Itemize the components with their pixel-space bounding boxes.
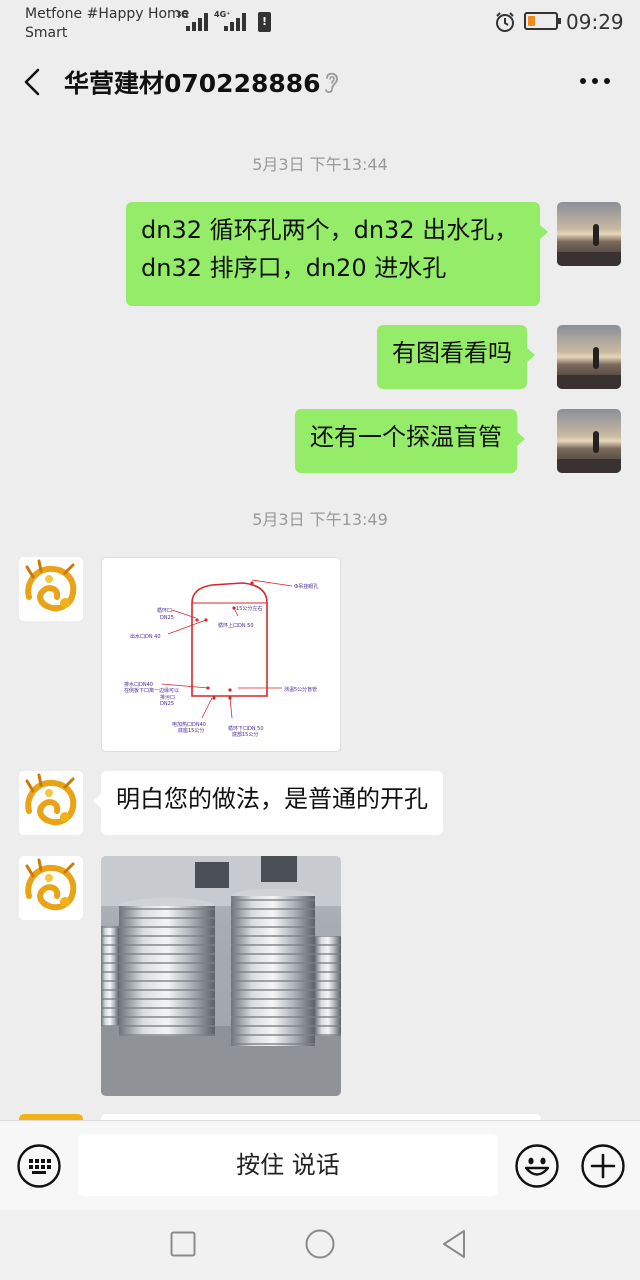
status-bar: Metfone #Happy Home Smart 3G 4G⁺ ! 09:29 — [0, 0, 640, 50]
carrier-line2: Smart — [25, 25, 68, 41]
message-text: 有图看看吗 — [392, 339, 512, 367]
alarm-icon — [496, 12, 514, 32]
my-avatar[interactable] — [557, 202, 621, 266]
diagram-label: DN25 — [160, 701, 174, 707]
diagram-label: 电加热口DN40 — [172, 721, 206, 728]
diagram-label: 出水口DN 40 — [130, 633, 161, 640]
home-icon[interactable] — [304, 1228, 336, 1260]
diagram-label: 在侧板下口离一边缘可以 — [124, 687, 179, 694]
message-text: 明白您的做法，是普通的开孔 — [116, 785, 428, 813]
message-bubble-me[interactable]: dn32 循环孔两个，dn32 出水孔， dn32 排序口，dn20 进水孔 — [126, 202, 548, 306]
message-text-line2: dn32 排序口，dn20 进水孔 — [141, 254, 447, 282]
nav-back-icon[interactable] — [440, 1228, 470, 1260]
plus-icon[interactable] — [580, 1143, 626, 1189]
input-bar: 按住 说话 — [0, 1120, 640, 1210]
diagram-label: 测温5公分盲管 — [284, 686, 317, 693]
message-text-line1: dn32 循环孔两个，dn32 出水孔， — [141, 216, 519, 244]
tank-diagram-image[interactable]: Ф吊挂眼孔 15公分左右 循环口 DN25 循环上口DN 50 出水口DN 40… — [101, 557, 341, 752]
battery-icon — [524, 12, 561, 30]
system-nav-bar — [0, 1210, 640, 1280]
hold-to-talk-button[interactable]: 按住 说话 — [78, 1134, 498, 1196]
timestamp: 5月3日 下午13:49 — [252, 510, 388, 529]
diagram-label: 排水口DN40 — [124, 681, 153, 688]
diagram-label: 15公分左右 — [236, 605, 262, 612]
recent-apps-icon[interactable] — [170, 1231, 196, 1257]
contact-avatar[interactable] — [19, 557, 83, 621]
diagram-label: 循环口 — [157, 607, 172, 614]
message-bubble-contact[interactable]: 明白您的做法，是普通的开孔 — [93, 771, 443, 835]
diagram-label: 循环上口DN 50 — [218, 622, 254, 629]
carrier-name: Metfone #Happy Home Smart — [25, 5, 189, 43]
diagram-label: 排污口 — [160, 694, 175, 701]
diagram-label: 底座15公分 — [178, 727, 204, 734]
contact-avatar[interactable] — [19, 771, 83, 835]
back-arrow-icon[interactable] — [18, 66, 46, 98]
diagram-label: 底部15公分 — [232, 731, 258, 738]
steel-tanks-photo[interactable] — [101, 856, 341, 1096]
ear-icon — [325, 72, 338, 94]
message-bubble-me[interactable]: 还有一个探温盲管 — [295, 409, 525, 473]
chat-header: 华营建材070228886 — [0, 50, 640, 114]
diagram-label: Ф吊挂眼孔 — [294, 583, 318, 590]
message-bubble-me[interactable]: 有图看看吗 — [377, 325, 535, 389]
message-text: 还有一个探温盲管 — [310, 423, 502, 451]
my-avatar[interactable] — [557, 409, 621, 473]
my-avatar[interactable] — [557, 325, 621, 389]
chat-title[interactable]: 华营建材070228886 — [64, 64, 321, 100]
diagram-label: DN25 — [160, 615, 174, 621]
timestamp: 5月3日 下午13:44 — [252, 155, 388, 174]
battery-alert-icon: ! — [258, 12, 271, 32]
clock: 09:29 — [566, 10, 624, 34]
carrier-line1: Metfone #Happy Home — [25, 6, 190, 22]
contact-avatar[interactable] — [19, 856, 83, 920]
more-icon[interactable] — [580, 78, 610, 86]
emoji-icon[interactable] — [514, 1143, 560, 1189]
diagram-label: 循环下口DN 50 — [228, 725, 264, 732]
keyboard-icon[interactable] — [16, 1143, 62, 1189]
